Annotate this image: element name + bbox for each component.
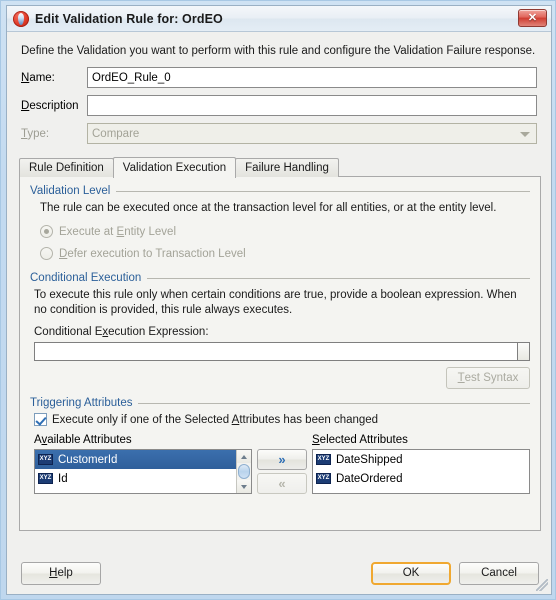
validation-level-description: The rule can be executed once at the tra… xyxy=(40,202,497,214)
validation-level-body: The rule can be executed once at the tra… xyxy=(30,201,530,260)
name-input[interactable] xyxy=(87,67,537,88)
tab-validation-execution[interactable]: Validation Execution xyxy=(112,157,237,178)
dialog-content: Define the Validation you want to perfor… xyxy=(7,33,551,594)
shuttle-control: XYZ CustomerId XYZ Id » « XYZ DateShippe… xyxy=(34,449,530,494)
close-icon: ✕ xyxy=(527,11,538,24)
title-bar: Edit Validation Rule for: OrdEO ✕ xyxy=(7,6,551,32)
conditional-expression-label: Conditional Execution Expression: xyxy=(34,326,209,338)
available-list-scrollbar[interactable] xyxy=(236,450,251,493)
list-item[interactable]: XYZ DateOrdered xyxy=(313,469,529,488)
xyz-attribute-icon: XYZ xyxy=(316,454,331,465)
selected-attributes-listbox[interactable]: XYZ DateShipped XYZ DateOrdered xyxy=(312,449,530,494)
list-item[interactable]: XYZ Id xyxy=(35,469,236,488)
dialog-window: Edit Validation Rule for: OrdEO ✕ Define… xyxy=(0,0,556,600)
description-label: Description xyxy=(21,99,79,112)
window-title: Edit Validation Rule for: OrdEO xyxy=(35,11,223,26)
radio-button-icon xyxy=(40,225,53,238)
conditional-execution-description: To execute this rule only when certain c… xyxy=(34,289,517,316)
dialog-footer: Help OK Cancel xyxy=(7,552,551,594)
available-attributes-label: Available Attributes xyxy=(34,434,132,446)
validation-level-header: Validation Level xyxy=(30,185,530,197)
radio-button-icon xyxy=(40,247,53,260)
close-button[interactable]: ✕ xyxy=(518,9,547,27)
xyz-attribute-icon: XYZ xyxy=(38,473,53,484)
chevron-down-icon xyxy=(241,484,247,489)
list-item-label: DateOrdered xyxy=(336,472,403,485)
expression-editor-icon[interactable] xyxy=(517,342,530,361)
shuttle-buttons: » « xyxy=(252,449,312,494)
available-attributes-listbox[interactable]: XYZ CustomerId XYZ Id xyxy=(34,449,252,494)
triggering-attributes-header: Triggering Attributes xyxy=(30,397,530,409)
oracle-jdeveloper-icon xyxy=(13,10,29,27)
triggering-attributes-body: Execute only if one of the Selected Attr… xyxy=(30,413,530,494)
chevron-double-right-icon: » xyxy=(278,452,286,467)
shuttle-labels: Available Attributes Selected Attributes xyxy=(34,434,530,446)
test-syntax-button[interactable]: Test Syntax xyxy=(446,367,530,389)
list-item[interactable]: XYZ CustomerId xyxy=(35,450,236,469)
dialog-inner: Edit Validation Rule for: OrdEO ✕ Define… xyxy=(6,5,552,595)
radio-execute-at-entity-level[interactable]: Execute at Entity Level xyxy=(40,225,530,238)
radio-execute-at-entity-level-label: Execute at Entity Level xyxy=(59,225,176,238)
help-button[interactable]: Help xyxy=(21,561,101,585)
available-attributes-items: XYZ CustomerId XYZ Id xyxy=(35,450,236,493)
test-syntax-row: Test Syntax xyxy=(34,367,530,389)
tab-rule-definition[interactable]: Rule Definition xyxy=(19,158,114,177)
radio-defer-to-transaction-level[interactable]: Defer execution to Transaction Level xyxy=(40,247,530,260)
description-field-row: Description xyxy=(7,95,551,116)
intro-text: Define the Validation you want to perfor… xyxy=(21,45,536,57)
chevron-down-icon xyxy=(520,131,530,137)
xyz-attribute-icon: XYZ xyxy=(316,473,331,484)
scroll-down-button[interactable] xyxy=(236,480,251,493)
list-item-label: DateShipped xyxy=(336,453,403,466)
name-label: Name: xyxy=(21,71,55,84)
radio-defer-to-transaction-level-label: Defer execution to Transaction Level xyxy=(59,247,246,260)
type-combobox: Compare xyxy=(87,123,537,144)
ok-button[interactable]: OK xyxy=(371,561,451,585)
conditional-expression-row xyxy=(34,342,530,361)
triggering-attributes-title: Triggering Attributes xyxy=(30,397,133,409)
type-label: Type: xyxy=(21,127,50,140)
move-left-button[interactable]: « xyxy=(257,473,307,494)
type-field-row: Type: Compare xyxy=(7,123,551,144)
description-input[interactable] xyxy=(87,95,537,116)
validation-level-title: Validation Level xyxy=(30,185,111,197)
conditional-execution-title: Conditional Execution xyxy=(30,272,142,284)
list-item-label: CustomerId xyxy=(58,453,118,466)
execute-only-if-changed-checkbox-row[interactable]: Execute only if one of the Selected Attr… xyxy=(34,413,530,426)
scrollbar-thumb[interactable] xyxy=(238,464,250,479)
selected-attributes-label: Selected Attributes xyxy=(312,434,408,446)
name-field-row: Name: xyxy=(7,67,551,88)
group-divider xyxy=(116,190,530,192)
chevron-up-icon xyxy=(241,454,247,459)
execute-only-if-changed-label: Execute only if one of the Selected Attr… xyxy=(52,413,379,426)
xyz-attribute-icon: XYZ xyxy=(38,454,53,465)
move-right-button[interactable]: » xyxy=(257,449,307,470)
selected-attributes-items: XYZ DateShipped XYZ DateOrdered xyxy=(313,450,529,493)
list-item-label: Id xyxy=(58,472,68,485)
group-divider xyxy=(147,277,530,279)
chevron-double-left-icon: « xyxy=(278,476,286,491)
tab-failure-handling[interactable]: Failure Handling xyxy=(235,158,339,177)
conditional-execution-group: Conditional Execution To execute this ru… xyxy=(30,272,530,389)
tab-panel-validation-execution: Validation Level The rule can be execute… xyxy=(19,176,541,531)
checkbox-icon xyxy=(34,413,47,426)
conditional-execution-body: To execute this rule only when certain c… xyxy=(30,288,530,389)
cancel-button[interactable]: Cancel xyxy=(459,561,539,585)
triggering-attributes-group: Triggering Attributes Execute only if on… xyxy=(30,397,530,494)
scroll-up-button[interactable] xyxy=(236,450,251,463)
conditional-expression-input[interactable] xyxy=(34,342,517,361)
tab-strip: Rule Definition Validation Execution Fai… xyxy=(19,156,541,178)
conditional-execution-header: Conditional Execution xyxy=(30,272,530,284)
resize-grip-icon[interactable] xyxy=(536,579,548,591)
list-item[interactable]: XYZ DateShipped xyxy=(313,450,529,469)
group-divider xyxy=(138,402,530,404)
tab-container: Rule Definition Validation Execution Fai… xyxy=(7,151,551,531)
validation-level-group: Validation Level The rule can be execute… xyxy=(30,185,530,260)
type-combobox-value: Compare xyxy=(92,127,140,140)
